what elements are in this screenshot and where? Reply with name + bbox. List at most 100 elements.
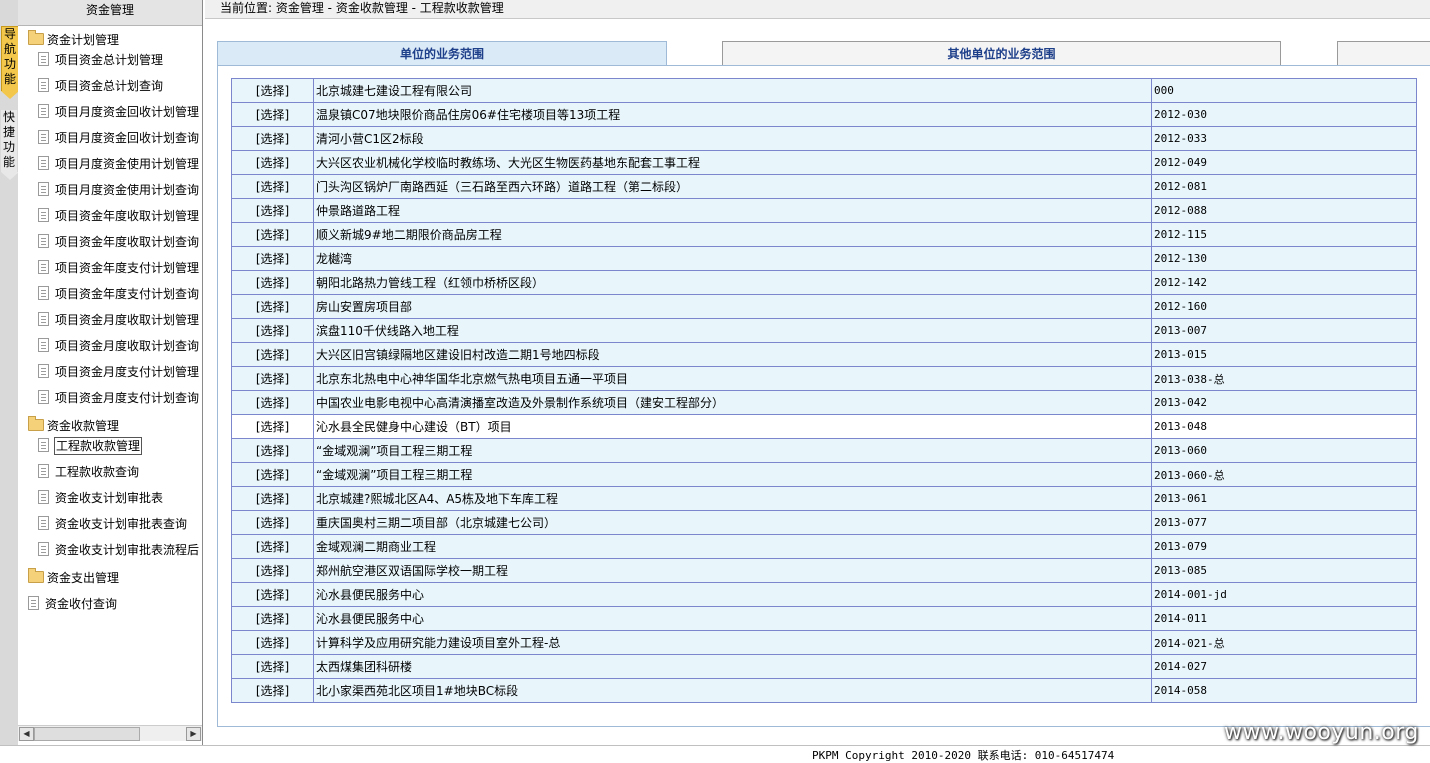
tab-blank[interactable]	[1337, 41, 1430, 67]
document-icon	[38, 438, 49, 452]
select-link[interactable]: [选择]	[231, 318, 314, 343]
select-link[interactable]: [选择]	[231, 174, 314, 199]
scroll-left-arrow-icon[interactable]: ◀	[19, 727, 34, 741]
table-row: [选择] 门头沟区锅炉厂南路西延（三石路至西六环路）道路工程（第二标段） 2012-…	[231, 174, 1417, 199]
quick-tab-arrow-icon	[1, 172, 19, 180]
select-link[interactable]: [选择]	[231, 630, 314, 655]
table-row: [选择] 龙樾湾 2012-130	[231, 246, 1417, 271]
project-name-cell: 沁水县全民健身中心建设（BT）项目	[313, 414, 1152, 439]
table-row: [选择] 房山安置房项目部 2012-160	[231, 294, 1417, 319]
tree-item-label: 项目资金总计划查询	[55, 79, 164, 93]
tree-item-receipt[interactable]: 资金收支计划审批表	[38, 488, 164, 508]
select-link[interactable]: [选择]	[231, 366, 314, 391]
tree-item-plan[interactable]: 项目资金年度收取计划查询	[38, 232, 200, 252]
footer: PKPM Copyright 2010-2020 联系电话: 010-64517…	[0, 745, 1430, 763]
tree-item-label: 资金收付查询	[45, 597, 118, 611]
tree-item-receipt[interactable]: 工程款收款管理	[38, 436, 143, 456]
document-icon	[38, 130, 49, 144]
select-link[interactable]: [选择]	[231, 270, 314, 295]
select-link[interactable]: [选择]	[231, 222, 314, 247]
project-table-scroll[interactable]: [选择] 北京城建七建设工程有限公司 000 [选择] 温泉镇C07地块限价商品住房06…	[231, 78, 1417, 713]
project-name-cell: 大兴区旧宫镇绿隔地区建设旧村改造二期1号地四标段	[313, 342, 1152, 367]
select-link[interactable]: [选择]	[231, 294, 314, 319]
project-name-cell: 沁水县便民服务中心	[313, 606, 1152, 631]
select-link[interactable]: [选择]	[231, 102, 314, 127]
tree-item-plan[interactable]: 项目资金月度收取计划管理	[38, 310, 200, 330]
scrollbar-thumb[interactable]	[34, 727, 140, 741]
document-icon	[38, 364, 49, 378]
folder-open-icon	[28, 416, 44, 431]
sidebar-hscrollbar[interactable]: ◀ ▶	[18, 725, 202, 741]
tree-item-receipt[interactable]: 工程款收款查询	[38, 462, 140, 482]
tree-item-plan[interactable]: 项目资金年度收取计划管理	[38, 206, 200, 226]
select-link[interactable]: [选择]	[231, 150, 314, 175]
project-code-cell: 2013-048	[1151, 414, 1417, 439]
tree-item-label: 资金收支计划审批表	[55, 491, 164, 505]
tree-item-receipt[interactable]: 资金收支计划审批表查询	[38, 514, 188, 534]
copyright-text: PKPM Copyright 2010-2020 联系电话: 010-64517…	[812, 749, 1115, 762]
select-link[interactable]: [选择]	[231, 438, 314, 463]
quick-function-tab[interactable]: 快捷功能	[1, 110, 17, 172]
tree-item-plan[interactable]: 项目月度资金回收计划查询	[38, 128, 200, 148]
select-link[interactable]: [选择]	[231, 390, 314, 415]
tree-item-query[interactable]: 资金收付查询	[28, 594, 118, 614]
project-name-cell: 滨盘110千伏线路入地工程	[313, 318, 1152, 343]
project-name-cell: 计算科学及应用研究能力建设项目室外工程-总	[313, 630, 1152, 655]
table-row: [选择] 郑州航空港区双语国际学校一期工程 2013-085	[231, 558, 1417, 583]
sidebar-title: 资金管理	[18, 0, 202, 26]
document-icon	[38, 52, 49, 66]
select-link[interactable]: [选择]	[231, 534, 314, 559]
document-icon	[38, 464, 49, 478]
project-name-cell: “金域观澜”项目工程三期工程	[313, 462, 1152, 487]
tree-group-expense[interactable]: 资金支出管理	[28, 568, 119, 588]
project-name-cell: 郑州航空港区双语国际学校一期工程	[313, 558, 1152, 583]
project-code-cell: 2013-061	[1151, 486, 1417, 511]
nav-function-tab[interactable]: 导航功能	[1, 26, 19, 91]
tree-item-plan[interactable]: 项目资金月度支付计划查询	[38, 388, 200, 408]
tree-item-label: 项目月度资金回收计划管理	[55, 105, 200, 119]
table-row: [选择] 中国农业电影电视中心高清演播室改造及外景制作系统项目（建安工程部分） 20…	[231, 390, 1417, 415]
project-name-cell: 清河小营C1区2标段	[313, 126, 1152, 151]
tree-item-label: 项目月度资金回收计划查询	[55, 131, 200, 145]
document-icon	[38, 516, 49, 530]
project-code-cell: 2014-058	[1151, 678, 1417, 703]
table-row: [选择] “金域观澜”项目工程三期工程 2013-060	[231, 438, 1417, 463]
table-row: [选择] 重庆国奥村三期二项目部（北京城建七公司） 2013-077	[231, 510, 1417, 535]
select-link[interactable]: [选择]	[231, 582, 314, 607]
project-table: [选择] 北京城建七建设工程有限公司 000 [选择] 温泉镇C07地块限价商品住房06…	[231, 78, 1417, 703]
tree-item-plan[interactable]: 项目资金总计划管理	[38, 50, 164, 70]
project-code-cell: 2012-115	[1151, 222, 1417, 247]
tree-item-plan[interactable]: 项目资金月度支付计划管理	[38, 362, 200, 382]
select-link[interactable]: [选择]	[231, 414, 314, 439]
select-link[interactable]: [选择]	[231, 510, 314, 535]
tree-item-plan[interactable]: 项目资金月度收取计划查询	[38, 336, 200, 356]
tree-item-plan[interactable]: 项目资金年度支付计划管理	[38, 258, 200, 278]
select-link[interactable]: [选择]	[231, 654, 314, 679]
select-link[interactable]: [选择]	[231, 198, 314, 223]
tab-own-business-scope[interactable]: 单位的业务范围	[217, 41, 667, 66]
project-name-cell: 北京东北热电中心神华国华北京燃气热电项目五通一平项目	[313, 366, 1152, 391]
tree-item-plan[interactable]: 项目资金总计划查询	[38, 76, 164, 96]
select-link[interactable]: [选择]	[231, 678, 314, 703]
select-link[interactable]: [选择]	[231, 486, 314, 511]
tree-item-plan[interactable]: 项目月度资金使用计划查询	[38, 180, 200, 200]
project-name-cell: 北京城建七建设工程有限公司	[313, 78, 1152, 103]
select-link[interactable]: [选择]	[231, 606, 314, 631]
tree-item-plan[interactable]: 项目月度资金回收计划管理	[38, 102, 200, 122]
scroll-right-arrow-icon[interactable]: ▶	[186, 727, 201, 741]
tree-group-plan[interactable]: 资金计划管理	[28, 30, 119, 50]
tree-item-plan[interactable]: 项目月度资金使用计划管理	[38, 154, 200, 174]
tab-other-business-scope[interactable]: 其他单位的业务范围	[722, 41, 1281, 67]
select-link[interactable]: [选择]	[231, 462, 314, 487]
table-row: [选择] 大兴区旧宫镇绿隔地区建设旧村改造二期1号地四标段 2013-015	[231, 342, 1417, 367]
select-link[interactable]: [选择]	[231, 78, 314, 103]
select-link[interactable]: [选择]	[231, 126, 314, 151]
tree-item-receipt[interactable]: 资金收支计划审批表流程后	[38, 540, 200, 560]
nav-tree: 资金计划管理 项目资金总计划管理 项目资金总计划查询 项目月度资金回收计划管理 项目月度…	[18, 26, 202, 723]
select-link[interactable]: [选择]	[231, 558, 314, 583]
select-link[interactable]: [选择]	[231, 342, 314, 367]
select-link[interactable]: [选择]	[231, 246, 314, 271]
tree-group-receipt[interactable]: 资金收款管理	[28, 416, 119, 436]
tree-item-plan[interactable]: 项目资金年度支付计划查询	[38, 284, 200, 304]
document-icon	[38, 104, 49, 118]
